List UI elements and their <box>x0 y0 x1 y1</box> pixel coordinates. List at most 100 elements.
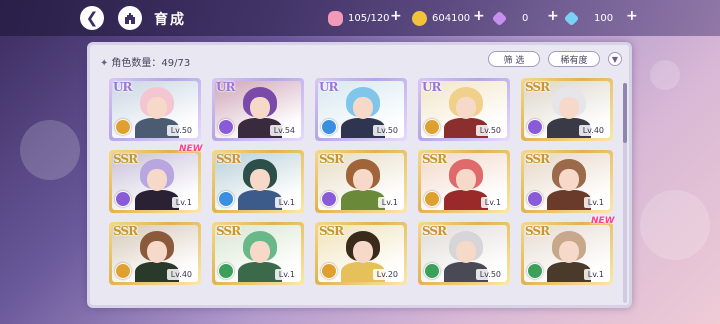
scrollbar-thumb[interactable] <box>623 83 627 143</box>
level-label: Lv.50 <box>166 125 196 136</box>
rarity-badge: SSR <box>525 80 550 94</box>
level-label: Lv.1 <box>274 269 299 280</box>
add-stamina-button[interactable]: + <box>390 8 402 24</box>
paid-gem-value: 0 <box>522 12 529 24</box>
character-card[interactable]: UR Lv.50 <box>418 78 510 141</box>
character-card[interactable]: SSR Lv.1 <box>315 150 407 213</box>
level-label: Lv.20 <box>372 269 402 280</box>
character-count-label: 角色数量：49/73 <box>111 58 191 69</box>
level-label: Lv.1 <box>274 197 299 208</box>
coin-icon <box>412 10 427 26</box>
portrait-face <box>250 97 270 119</box>
attribute-icon <box>424 191 440 207</box>
rarity-badge: SSR <box>319 152 344 166</box>
character-card[interactable]: SSR Lv.1 <box>212 222 304 285</box>
attribute-icon <box>321 263 337 279</box>
stamina-counter: 105/120 <box>328 10 390 26</box>
diamond-icon <box>563 10 580 26</box>
level-label: Lv.54 <box>269 125 299 136</box>
portrait-face <box>147 169 167 191</box>
add-coin-button[interactable]: + <box>473 8 485 24</box>
candy-icon <box>328 10 343 26</box>
character-card[interactable]: UR Lv.54 <box>212 78 304 141</box>
portrait-face <box>250 169 270 191</box>
new-badge: NEW <box>179 144 203 154</box>
character-count: ✦ 角色数量：49/73 <box>100 54 190 69</box>
attribute-icon <box>218 191 234 207</box>
chevron-down-icon: ▼ <box>611 54 619 64</box>
portrait-face <box>456 97 476 119</box>
character-card[interactable]: SSR Lv.1 <box>109 150 201 213</box>
rarity-badge: SSR <box>113 224 138 238</box>
attribute-icon <box>527 119 543 135</box>
level-label: Lv.40 <box>166 269 196 280</box>
character-card[interactable]: UR Lv.50 <box>315 78 407 141</box>
back-button[interactable]: ❮ <box>80 6 104 30</box>
rarity-badge: UR <box>422 80 441 94</box>
portrait-face <box>456 241 476 263</box>
character-card[interactable]: SSR Lv.50 <box>418 222 510 285</box>
level-label: Lv.50 <box>475 125 505 136</box>
portrait-face <box>559 241 579 263</box>
character-card[interactable]: SSR Lv.1 <box>418 150 510 213</box>
level-label: Lv.1 <box>480 197 505 208</box>
back-arrow-icon: ❮ <box>85 9 99 27</box>
portrait-face <box>147 241 167 263</box>
attribute-icon <box>115 119 131 135</box>
coin-value: 604100 <box>432 12 471 24</box>
attribute-icon <box>527 191 543 207</box>
level-label: Lv.50 <box>372 125 402 136</box>
castle-icon <box>125 13 135 24</box>
free-gem-counter: 100 <box>563 10 614 26</box>
rarity-badge: UR <box>216 80 235 94</box>
rarity-badge: SSR <box>216 152 241 166</box>
character-panel: ✦ 角色数量：49/73 筛 选 稀有度 ▼ UR Lv.50 UR Lv.54 UR Lv… <box>87 42 632 308</box>
portrait-face <box>353 97 373 119</box>
rarity-badge: SSR <box>422 224 447 238</box>
attribute-icon <box>218 119 234 135</box>
attribute-icon <box>115 263 131 279</box>
portrait-face <box>353 169 373 191</box>
level-label: Lv.1 <box>171 197 196 208</box>
level-label: Lv.1 <box>583 197 608 208</box>
coin-counter: 604100 <box>412 10 470 26</box>
gem-icon <box>491 10 508 26</box>
rarity-badge: SSR <box>216 224 241 238</box>
attribute-icon <box>321 119 337 135</box>
rarity-badge: SSR <box>113 152 138 166</box>
character-card[interactable]: SSR Lv.1 <box>521 150 613 213</box>
filter-button[interactable]: 筛 选 <box>488 51 540 67</box>
sort-order-button[interactable]: ▼ <box>608 52 622 66</box>
add-free-gem-button[interactable]: + <box>626 8 638 24</box>
character-card[interactable]: SSR Lv.1 <box>212 150 304 213</box>
rarity-badge: SSR <box>319 224 344 238</box>
character-card[interactable]: SSR Lv.20 <box>315 222 407 285</box>
panel-header: ✦ 角色数量：49/73 筛 选 稀有度 ▼ <box>90 45 629 75</box>
character-card[interactable]: SSR Lv.1 <box>521 222 613 285</box>
rarity-badge: UR <box>319 80 338 94</box>
attribute-icon <box>424 263 440 279</box>
portrait-face <box>456 169 476 191</box>
attribute-icon <box>115 191 131 207</box>
attribute-icon <box>321 191 337 207</box>
attribute-icon <box>218 263 234 279</box>
attribute-icon <box>527 263 543 279</box>
level-label: Lv.40 <box>578 125 608 136</box>
add-paid-gem-button[interactable]: + <box>547 8 559 24</box>
portrait-face <box>353 241 373 263</box>
sparkle-icon: ✦ <box>100 58 109 69</box>
paid-gem-counter: 0 <box>491 10 529 26</box>
character-card[interactable]: SSR Lv.40 <box>109 222 201 285</box>
character-card[interactable]: UR Lv.50 <box>109 78 201 141</box>
rarity-badge: UR <box>113 80 132 94</box>
rarity-badge: SSR <box>422 152 447 166</box>
free-gem-value: 100 <box>594 12 614 24</box>
sort-button[interactable]: 稀有度 <box>548 51 600 67</box>
rarity-badge: SSR <box>525 224 550 238</box>
home-button[interactable] <box>118 6 142 30</box>
portrait-face <box>559 169 579 191</box>
character-card[interactable]: SSR Lv.40 <box>521 78 613 141</box>
portrait-face <box>559 97 579 119</box>
level-label: Lv.1 <box>583 269 608 280</box>
portrait-face <box>250 241 270 263</box>
